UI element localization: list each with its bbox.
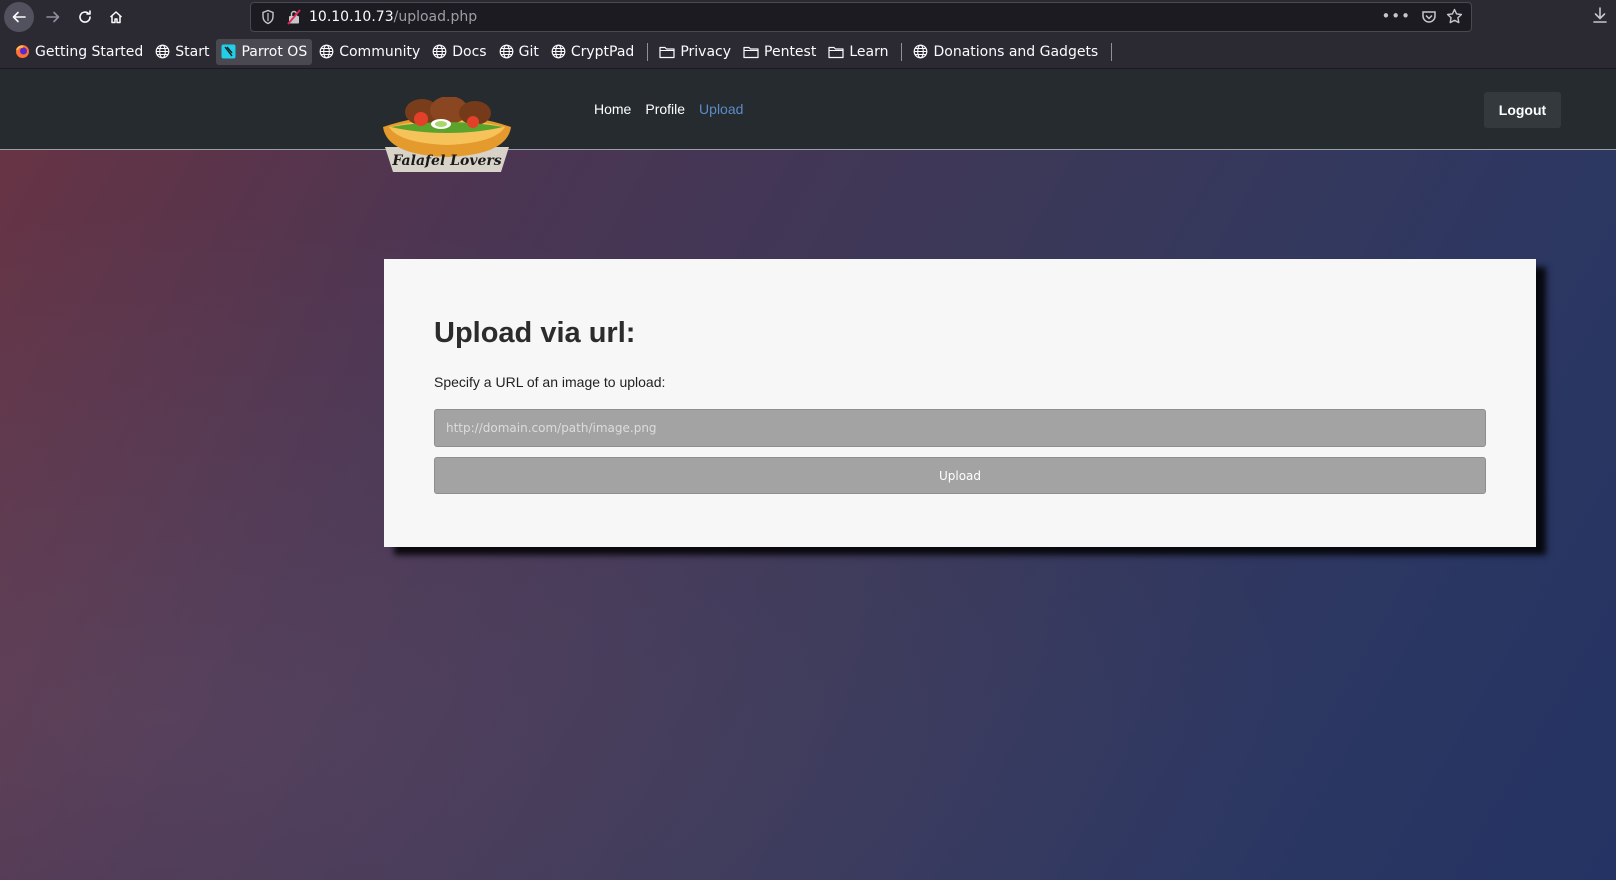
address-bar[interactable]: 10.10.10.73/upload.php ••• bbox=[250, 2, 1472, 32]
url-host: 10.10.10.73 bbox=[309, 9, 394, 25]
upload-card: Upload via url: Specify a URL of an imag… bbox=[384, 259, 1536, 547]
globe-icon bbox=[499, 44, 514, 59]
bookmark-folder-pentest[interactable]: Pentest bbox=[738, 39, 821, 65]
globe-icon bbox=[432, 44, 447, 59]
page-actions-icon[interactable]: ••• bbox=[1381, 7, 1411, 25]
falafel-lovers-logo[interactable]: Falafel Lovers bbox=[377, 96, 517, 177]
logout-button[interactable]: Logout bbox=[1484, 92, 1561, 128]
image-url-input[interactable] bbox=[434, 409, 1486, 447]
folder-icon bbox=[743, 45, 759, 59]
insecure-lock-icon[interactable] bbox=[287, 9, 301, 29]
url-path: /upload.php bbox=[393, 9, 478, 25]
site-navbar: Home Profile Upload Logout bbox=[0, 69, 1616, 150]
bookmark-label: Community bbox=[339, 43, 421, 60]
globe-icon bbox=[551, 44, 566, 59]
back-button[interactable] bbox=[4, 2, 34, 32]
bookmark-label: Parrot OS bbox=[241, 43, 308, 60]
folder-icon bbox=[828, 45, 844, 59]
bookmark-star-icon[interactable] bbox=[1446, 8, 1463, 29]
bookmark-label: Getting Started bbox=[35, 43, 144, 60]
bookmark-label: Pentest bbox=[764, 43, 817, 60]
parrot-icon bbox=[221, 44, 236, 59]
bookmark-git[interactable]: Git bbox=[494, 39, 544, 65]
upload-title: Upload via url: bbox=[434, 317, 636, 349]
nav-profile-link[interactable]: Profile bbox=[645, 101, 685, 117]
main-nav: Home Profile Upload bbox=[594, 101, 743, 117]
reload-button[interactable] bbox=[70, 2, 100, 32]
bookmark-label: Start bbox=[175, 43, 210, 60]
bookmark-label: Donations and Gadgets bbox=[933, 43, 1099, 60]
bookmark-label: Docs bbox=[452, 43, 487, 60]
globe-icon bbox=[319, 44, 334, 59]
forward-button[interactable] bbox=[38, 2, 68, 32]
reload-icon bbox=[79, 10, 91, 23]
bookmark-donations[interactable]: Donations and Gadgets bbox=[908, 39, 1103, 65]
bookmark-getting-started[interactable]: Getting Started bbox=[10, 39, 148, 65]
bookmark-label: Learn bbox=[849, 43, 889, 60]
bookmark-label: Git bbox=[518, 43, 539, 60]
download-icon[interactable] bbox=[1592, 6, 1608, 28]
bookmark-start[interactable]: Start bbox=[150, 39, 214, 65]
bookmark-separator bbox=[647, 42, 649, 61]
bookmark-folder-privacy[interactable]: Privacy bbox=[654, 39, 736, 65]
bookmark-label: CryptPad bbox=[570, 43, 635, 60]
bookmark-docs[interactable]: Docs bbox=[427, 39, 491, 65]
web-page: Home Profile Upload Logout Falafel Lover… bbox=[0, 69, 1616, 880]
bookmark-separator bbox=[1111, 42, 1113, 61]
bookmark-folder-learn[interactable]: Learn bbox=[823, 39, 893, 65]
shield-icon[interactable] bbox=[261, 9, 275, 29]
bookmark-separator bbox=[901, 42, 903, 61]
url-text: 10.10.10.73/upload.php bbox=[309, 9, 477, 25]
globe-icon bbox=[155, 44, 170, 59]
browser-toolbar: 10.10.10.73/upload.php ••• bbox=[0, 0, 1616, 35]
bookmark-label: Privacy bbox=[680, 43, 732, 60]
bookmark-community[interactable]: Community bbox=[314, 39, 425, 65]
nav-upload-link[interactable]: Upload bbox=[699, 101, 743, 117]
firefox-icon bbox=[15, 44, 30, 59]
bookmark-cryptpad[interactable]: CryptPad bbox=[546, 39, 639, 65]
svg-text:Falafel Lovers: Falafel Lovers bbox=[391, 153, 501, 169]
bookmarks-bar: Getting Started Start Parrot OS Communit… bbox=[0, 35, 1616, 69]
nav-home-link[interactable]: Home bbox=[594, 101, 631, 117]
home-icon bbox=[109, 11, 123, 24]
pocket-icon[interactable] bbox=[1421, 9, 1437, 29]
arrow-left-icon bbox=[12, 11, 26, 23]
home-button[interactable] bbox=[101, 2, 131, 32]
arrow-right-icon bbox=[46, 11, 60, 23]
folder-icon bbox=[659, 45, 675, 59]
bookmark-parrot-os[interactable]: Parrot OS bbox=[216, 38, 313, 65]
upload-button[interactable]: Upload bbox=[434, 457, 1486, 494]
globe-icon bbox=[913, 44, 928, 59]
upload-url-label: Specify a URL of an image to upload: bbox=[434, 374, 666, 390]
